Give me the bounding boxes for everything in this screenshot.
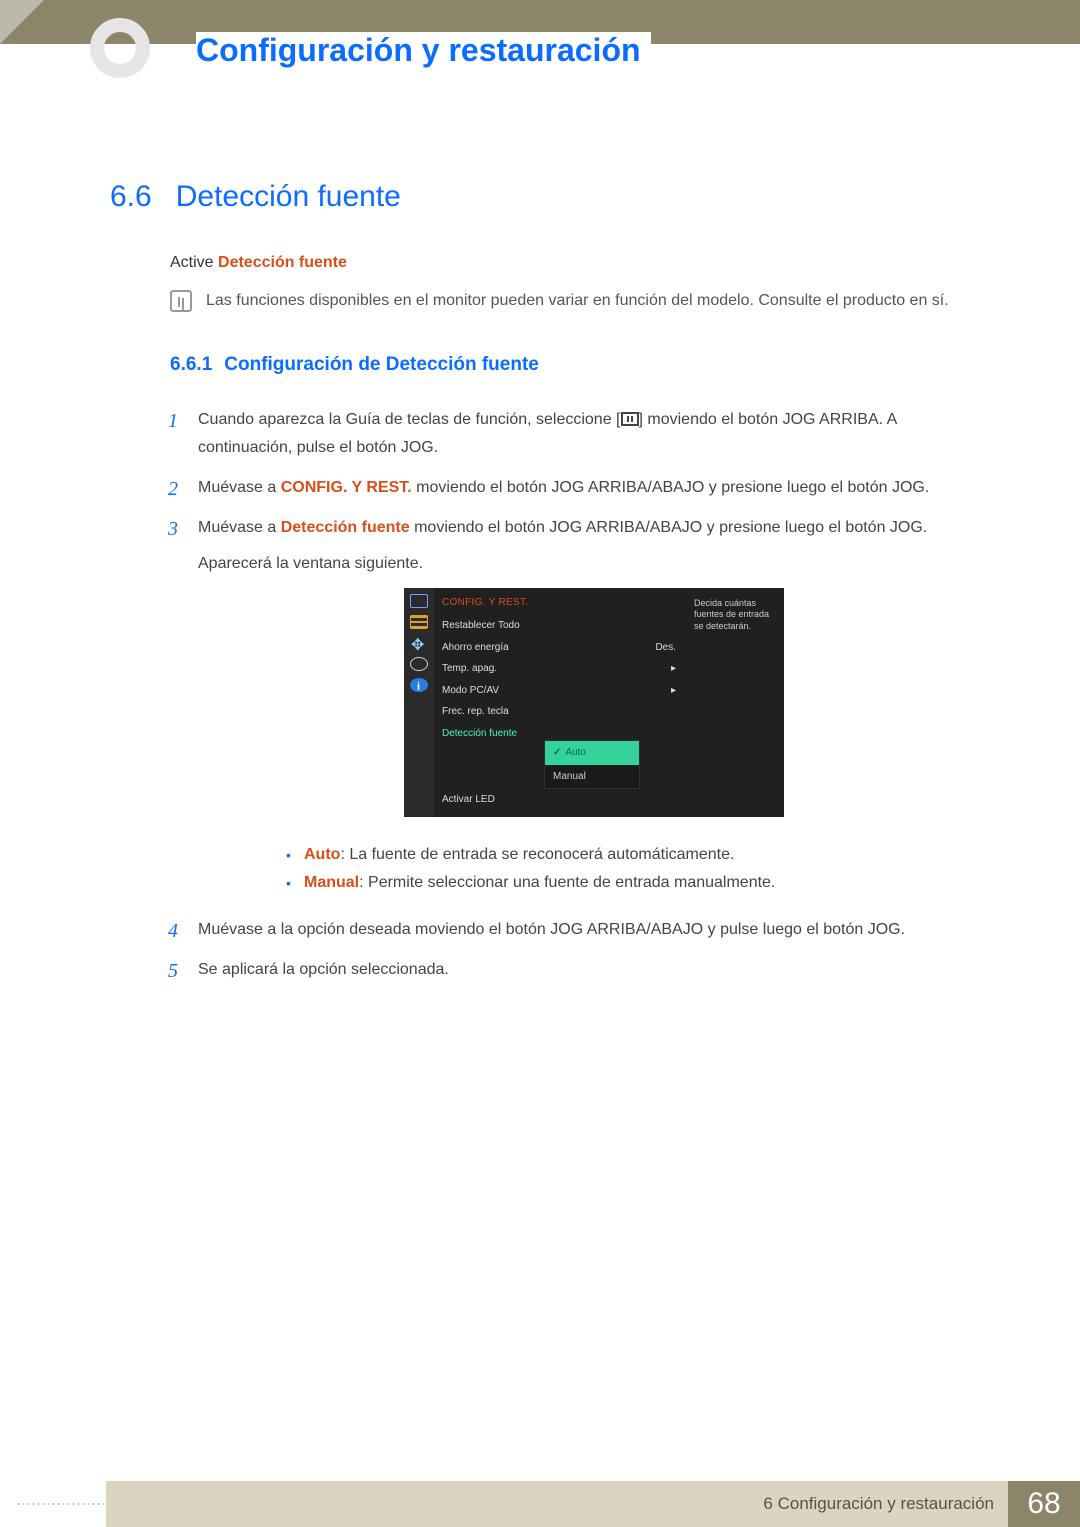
osd-option-manual: Manual: [545, 765, 639, 789]
step-number: 4: [168, 914, 178, 949]
step-1-a: Cuando aparezca la Guía de teclas de fun…: [198, 411, 621, 428]
section-title: Detección fuente: [176, 180, 401, 213]
step-2: 2 Muévase a CONFIG. Y REST. moviendo el …: [170, 474, 990, 502]
steps-list: 1 Cuando aparezca la Guía de teclas de f…: [170, 406, 990, 985]
step-number: 5: [168, 954, 178, 989]
option-bullets: Auto: La fuente de entrada se reconocerá…: [286, 841, 990, 899]
bullet-auto-label: Auto: [304, 846, 340, 863]
subsection-heading: 6.6.1 Configuración de Detección fuente: [170, 354, 990, 376]
osd-row: Modo PC/AV▸: [434, 680, 686, 702]
subsection-title: Configuración de Detección fuente: [224, 354, 539, 375]
bullet-auto-text: : La fuente de entrada se reconocerá aut…: [340, 846, 734, 863]
step-3-b: moviendo el botón JOG ARRIBA/ABAJO y pre…: [410, 519, 928, 536]
section-number: 6.6: [110, 180, 152, 213]
intro-line: Active Detección fuente: [170, 254, 990, 272]
step-3-hl: Detección fuente: [281, 519, 410, 536]
section-heading: 6.6 Detección fuente: [110, 180, 990, 214]
bullet-auto: Auto: La fuente de entrada se reconocerá…: [286, 841, 990, 870]
osd-main: CONFIG. Y REST. Restablecer Todo Ahorro …: [434, 588, 686, 817]
step-5-text: Se aplicará la opción seleccionada.: [198, 961, 449, 978]
footer-dots: [16, 1502, 106, 1506]
bullet-manual-label: Manual: [304, 874, 359, 891]
intro-prefix: Active: [170, 254, 218, 271]
step-2-a: Muévase a: [198, 479, 281, 496]
corner-triangle: [0, 0, 44, 44]
osd-row: Restablecer Todo: [434, 615, 686, 637]
osd-row: Frec. rep. tecla: [434, 701, 686, 723]
osd-option-auto: Auto: [545, 741, 639, 765]
step-4-text: Muévase a la opción deseada moviendo el …: [198, 921, 905, 938]
subsection-number: 6.6.1: [170, 354, 212, 375]
osd-row: Activar LED: [434, 789, 686, 811]
osd-title: CONFIG. Y REST.: [434, 592, 686, 616]
step-5: 5 Se aplicará la opción seleccionada.: [170, 956, 990, 984]
footer-chapter: 6 Configuración y restauración: [106, 1481, 1008, 1527]
step-3-c: Aparecerá la ventana siguiente.: [198, 555, 423, 572]
osd-picture-icon: [410, 594, 428, 608]
osd-screenshot: CONFIG. Y REST. Restablecer Todo Ahorro …: [198, 588, 990, 817]
step-3: 3 Muévase a Detección fuente moviendo el…: [170, 514, 990, 899]
osd-row: Ahorro energíaDes.: [434, 637, 686, 659]
osd: CONFIG. Y REST. Restablecer Todo Ahorro …: [404, 588, 784, 817]
page-title: Configuración y restauración: [196, 32, 651, 69]
bullet-manual-text: : Permite seleccionar una fuente de entr…: [359, 874, 775, 891]
osd-popup: Auto Manual: [544, 740, 640, 789]
step-number: 3: [168, 512, 178, 547]
note-text: Las funciones disponibles en el monitor …: [206, 288, 949, 314]
step-3-a: Muévase a: [198, 519, 281, 536]
osd-position-icon: [410, 636, 428, 650]
step-2-b: moviendo el botón JOG ARRIBA/ABAJO y pre…: [412, 479, 930, 496]
note-icon: [170, 290, 192, 312]
bullet-manual: Manual: Permite seleccionar una fuente d…: [286, 869, 990, 898]
content: 6.6 Detección fuente Active Detección fue…: [110, 180, 990, 996]
step-4: 4 Muévase a la opción deseada moviendo e…: [170, 916, 990, 944]
osd-sidebar: [404, 588, 434, 817]
footer-page-number: 68: [1008, 1481, 1080, 1527]
step-number: 1: [168, 404, 178, 439]
menu-inline-icon: [621, 412, 639, 426]
note-row: Las funciones disponibles en el monitor …: [170, 288, 990, 314]
osd-menu-icon: [410, 615, 428, 629]
footer: 6 Configuración y restauración 68: [0, 1481, 1080, 1527]
step-1: 1 Cuando aparezca la Guía de teclas de f…: [170, 406, 990, 462]
osd-row: Temp. apag.▸: [434, 658, 686, 680]
chapter-arc-icon: [90, 18, 150, 78]
step-number: 2: [168, 472, 178, 507]
intro-highlight: Detección fuente: [218, 254, 347, 271]
osd-info-icon: [410, 678, 428, 692]
osd-hint: Decida cuántas fuentes de entrada se det…: [686, 588, 784, 817]
step-2-hl: CONFIG. Y REST.: [281, 479, 412, 496]
